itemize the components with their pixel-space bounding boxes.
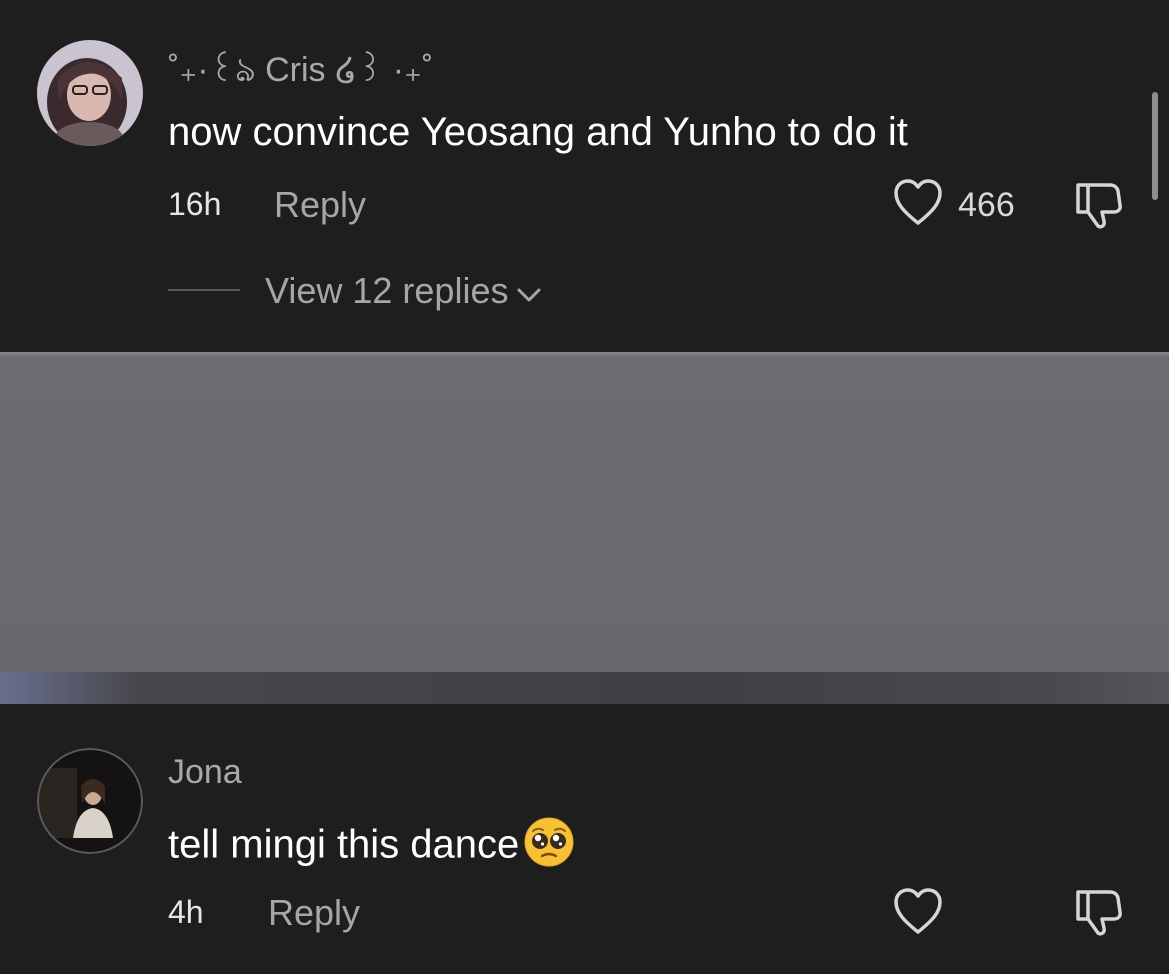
thumbs-down-icon[interactable] bbox=[1072, 888, 1124, 938]
comment-text: tell mingi this dance bbox=[168, 816, 575, 878]
blurred-content-panel bbox=[0, 352, 1169, 704]
comment-username[interactable]: ˚₊·꒰ঌ Cris ໒꒱ ·₊˚ bbox=[168, 44, 433, 101]
heart-icon[interactable] bbox=[893, 179, 943, 227]
scrollbar[interactable] bbox=[1152, 92, 1158, 200]
heart-icon[interactable] bbox=[893, 888, 943, 936]
avatar[interactable] bbox=[37, 748, 143, 854]
avatar-photo bbox=[37, 40, 143, 146]
comment-timestamp: 16h bbox=[168, 186, 222, 222]
chevron-down-icon bbox=[516, 270, 542, 312]
pleading-face-emoji bbox=[523, 816, 575, 878]
replies-divider bbox=[168, 289, 240, 291]
comment-username[interactable]: Jona bbox=[168, 753, 242, 792]
blurred-panel-edge bbox=[0, 672, 1169, 704]
like-count: 466 bbox=[958, 186, 1015, 224]
avatar-photo bbox=[37, 748, 143, 854]
reply-button[interactable]: Reply bbox=[268, 892, 360, 934]
reply-button[interactable]: Reply bbox=[274, 184, 366, 226]
thumbs-down-icon[interactable] bbox=[1072, 181, 1124, 231]
comment-text: now convince Yeosang and Yunho to do it bbox=[168, 110, 908, 154]
view-replies-button[interactable]: View 12 replies bbox=[265, 270, 542, 312]
comment-timestamp: 4h bbox=[168, 894, 204, 930]
avatar[interactable] bbox=[37, 40, 143, 146]
view-replies-label: View 12 replies bbox=[265, 270, 509, 311]
comment-text-body: tell mingi this dance bbox=[168, 822, 520, 867]
